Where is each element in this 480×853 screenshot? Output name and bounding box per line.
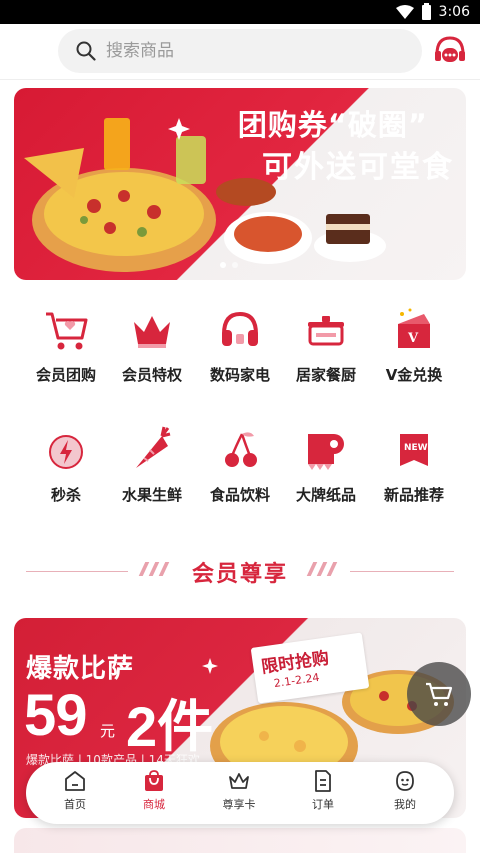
shopping-cart-icon [426,682,453,706]
v-gold-box-icon: V [398,308,430,348]
banner-pagination [220,262,238,268]
category-brand-paper[interactable]: 大牌纸品 [278,426,374,505]
category-label: 秒杀 [50,486,81,504]
status-time: 3:06 [438,4,470,20]
svg-text:NEW: NEW [404,443,428,453]
category-label: 居家餐厨 [295,366,356,384]
pot-icon [308,316,344,346]
status-bar: 3:06 [0,0,480,24]
category-label: 水果生鲜 [121,486,182,504]
category-label: 大牌纸品 [295,486,356,504]
banner-title-line2: 可外送可堂食 [262,150,454,185]
category-home-kitchen[interactable]: 居家餐厨 [278,306,374,385]
headphones-icon [222,311,258,346]
nav-home[interactable]: 首页 [40,770,110,812]
nav-orders[interactable]: 订单 [288,770,358,812]
nav-vip-card[interactable]: 尊享卡 [204,770,274,812]
search-icon [76,41,96,61]
crown-card-icon [229,773,249,789]
category-digital-appliance[interactable]: 数码家电 [192,306,288,385]
banner-title-line1: 团购券“破圈” [237,108,428,142]
category-label: V金兑换 [385,366,443,384]
category-flash-sale[interactable]: 秒杀 [18,426,114,505]
search-input[interactable] [106,41,386,61]
category-label: 数码家电 [209,366,270,384]
nav-label: 首页 [64,798,86,811]
crown-icon [134,316,170,348]
category-label: 会员特权 [121,366,182,384]
banner-dot [232,262,238,268]
nav-label: 我的 [394,798,416,811]
floating-cart-button[interactable] [407,662,471,726]
nav-mall[interactable]: 商城 [119,770,189,812]
member-exclusive-section-header: 会员尊享 [0,552,480,592]
category-label: 食品饮料 [209,486,270,504]
promo-title: 爆款比萨 [26,654,135,684]
category-member-privilege[interactable]: 会员特权 [104,306,200,385]
nav-label: 尊享卡 [222,798,256,811]
battery-icon [421,2,431,20]
cherry-icon [225,432,257,467]
home-icon [65,771,85,791]
divider-line [350,571,454,572]
profile-face-icon [396,771,414,791]
new-tag-icon: NEW [400,434,428,466]
customer-service-icon[interactable] [432,34,468,70]
svg-text:V: V [407,331,419,346]
promo-price-unit: 元 [100,722,116,740]
promo-price: 59 [24,683,88,748]
shopping-bag-icon [145,770,163,791]
nav-label: 商城 [143,798,165,811]
nav-label: 订单 [312,798,334,811]
section-title: 会员尊享 [191,562,288,587]
category-member-group-buy[interactable]: 会员团购 [18,306,114,385]
order-list-icon [315,770,331,792]
search-header [0,24,480,80]
banner-dot [220,262,226,268]
lightning-clock-icon [49,435,83,469]
nav-profile[interactable]: 我的 [370,770,440,812]
flash-sale-tag-title: 限时抢购 [260,648,331,678]
carrot-icon [136,426,171,468]
bottom-nav: 首页 商城 尊享卡 订单 我的 [26,762,454,824]
next-card-peek [14,828,466,853]
category-food-drinks[interactable]: 食品饮料 [192,426,288,505]
cart-heart-icon [46,312,88,350]
promo-banner[interactable]: 团购券“破圈” 可外送可堂食 [14,88,466,280]
category-new-arrivals[interactable]: NEW 新品推荐 [366,426,462,505]
search-bar[interactable] [58,29,422,73]
category-label: 新品推荐 [383,486,444,504]
tissue-roll-icon [308,434,344,470]
category-label: 会员团购 [35,366,96,384]
wifi-icon [395,5,414,19]
category-v-gold-exchange[interactable]: V V金兑换 [366,306,462,385]
category-fresh-fruit[interactable]: 水果生鲜 [104,426,200,505]
